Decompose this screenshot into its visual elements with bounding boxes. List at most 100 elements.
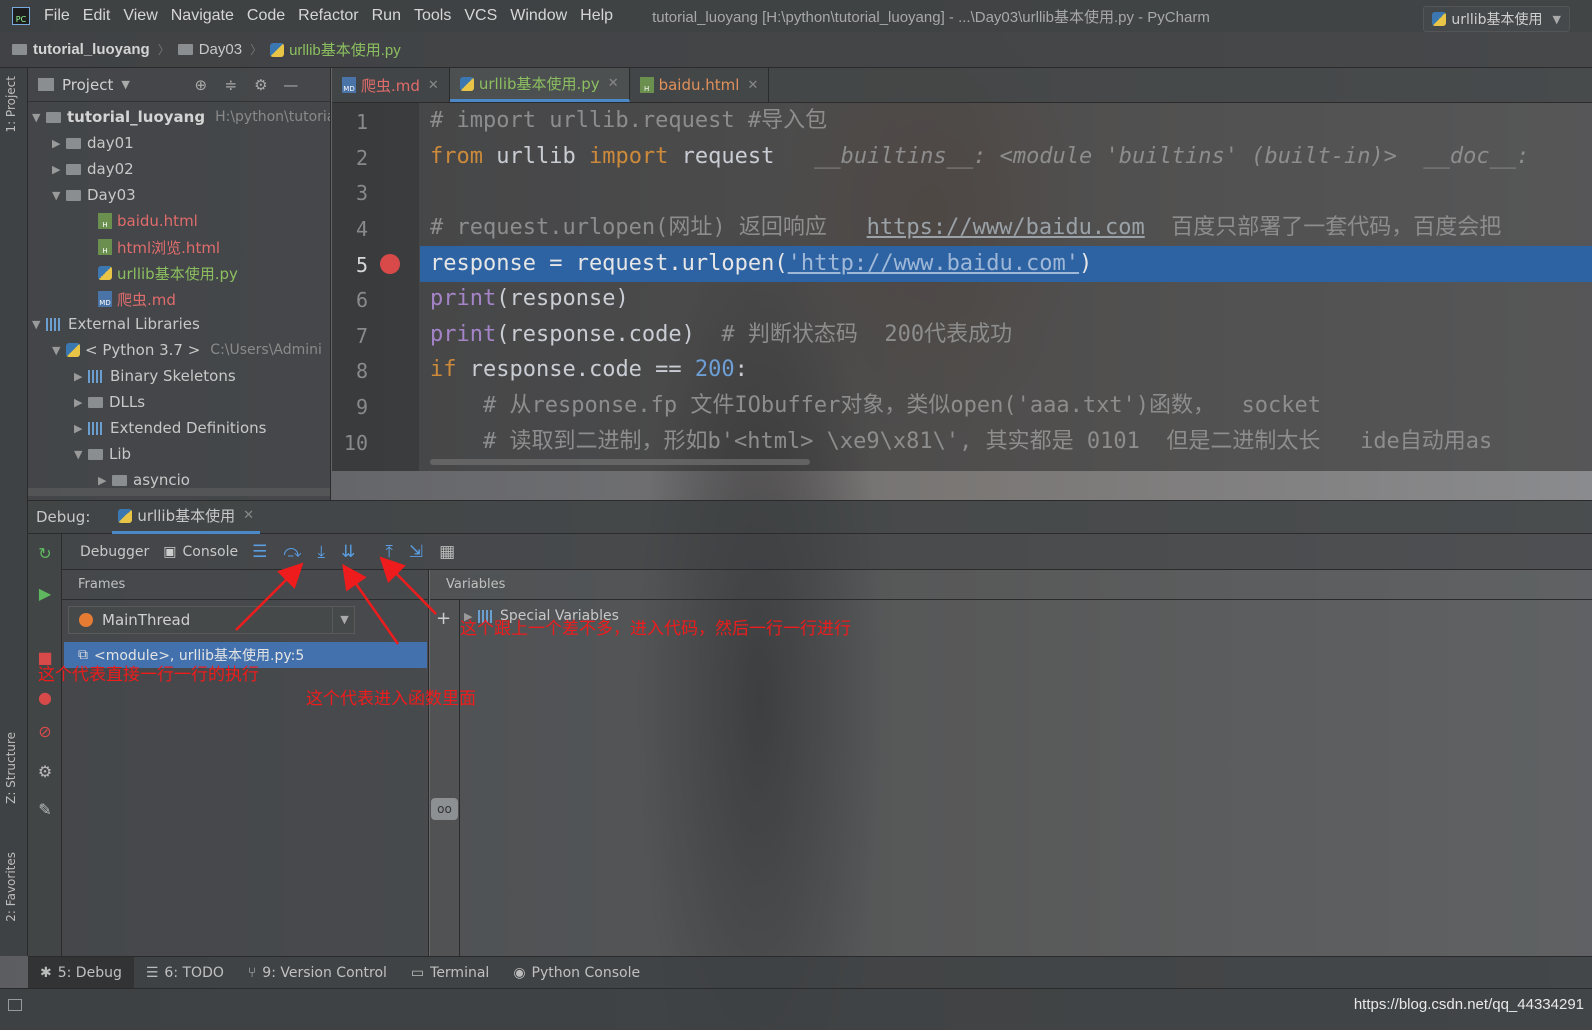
folder-icon	[12, 44, 27, 55]
code-line-6: print(response)	[430, 286, 629, 311]
mute-breakpoints-icon[interactable]: ⊘	[36, 722, 54, 741]
breadcrumb: tutorial_luoyang 〉 Day03 〉 urllib基本使用.py	[0, 32, 1592, 68]
debug-label: Debug:	[36, 508, 91, 526]
html-file-icon: H	[98, 239, 112, 255]
step-into-my-code-icon[interactable]: ⇊	[341, 542, 355, 562]
close-icon[interactable]: ✕	[608, 76, 619, 91]
tree-item-day03[interactable]: ▼ Day03	[52, 182, 136, 208]
window-title: tutorial_luoyang [H:\python\tutorial_luo…	[652, 8, 1210, 26]
toggle-tool-windows-icon[interactable]	[8, 999, 22, 1011]
debug-tool-window-header: Debug: urllib基本使用 ✕	[28, 500, 1592, 534]
tab-baidu-html[interactable]: H baidu.html ✕	[630, 68, 770, 102]
menu-run[interactable]: Run	[372, 7, 401, 25]
resume-icon[interactable]: ▶	[36, 584, 54, 603]
project-view-icon	[38, 78, 54, 91]
menu-bar: PC File Edit View Navigate Code Refactor…	[0, 0, 1592, 32]
editor-horizontal-scrollbar[interactable]	[430, 459, 810, 465]
project-tool-tab[interactable]: 1: Project	[4, 76, 18, 133]
show-watches-icon[interactable]: oo	[431, 798, 458, 820]
chevron-down-icon: ▼	[1552, 12, 1561, 26]
chevron-down-icon[interactable]: ▼	[121, 78, 129, 91]
line-number-gutter[interactable]: 1 2 3 4 5 6 7 8 9 10	[332, 103, 420, 471]
menu-window[interactable]: Window	[510, 7, 567, 25]
library-icon	[88, 421, 104, 435]
menu-navigate[interactable]: Navigate	[171, 7, 234, 25]
step-over-icon[interactable]: ⤼	[283, 542, 301, 562]
horizontal-scrollbar[interactable]	[28, 488, 330, 496]
tool-debug[interactable]: ✱ 5: Debug	[28, 956, 134, 989]
code-line-2: from urllib import request __builtins__:…	[430, 144, 1530, 169]
tree-item-extended-definitions[interactable]: ▶ Extended Definitions	[74, 415, 266, 441]
tree-item-lib[interactable]: ▼ Lib	[74, 441, 131, 467]
tool-terminal[interactable]: ▭ Terminal	[399, 957, 501, 989]
tab-console[interactable]: Console	[177, 544, 245, 560]
menu-help[interactable]: Help	[580, 7, 613, 25]
menu-view[interactable]: View	[123, 7, 157, 25]
code-editor[interactable]: 1 2 3 4 5 6 7 8 9 10 # import urllib.req…	[332, 103, 1592, 471]
tab-urllib-py[interactable]: urllib基本使用.py ✕	[449, 68, 630, 102]
tree-item-urllib-py[interactable]: urllib基本使用.py	[98, 260, 238, 286]
tool-todo[interactable]: ☰ 6: TODO	[134, 957, 236, 989]
frames-title: Frames	[62, 570, 428, 600]
line-number: 7	[355, 324, 368, 348]
folder-icon	[88, 396, 103, 408]
tree-item-baidu-html[interactable]: H baidu.html	[98, 208, 198, 234]
tree-item-external-libraries[interactable]: ▼ External Libraries	[32, 311, 200, 337]
favorites-tool-tab[interactable]: 2: Favorites	[4, 852, 18, 922]
close-icon[interactable]: ✕	[428, 78, 439, 93]
thread-select[interactable]: MainThread ▼	[68, 606, 355, 634]
watermark-text: https://blog.csdn.net/qq_44334291	[1353, 996, 1584, 1013]
menu-refactor[interactable]: Refactor	[298, 7, 358, 25]
bug-icon: ✱	[40, 964, 52, 981]
gear-icon[interactable]: ⚙	[252, 76, 270, 94]
tab-crawler-md[interactable]: MD 爬虫.md ✕	[332, 68, 450, 102]
tree-item-day02[interactable]: ▶ day02	[52, 156, 134, 182]
chevron-down-icon[interactable]: ▼	[332, 607, 356, 633]
view-breakpoints-icon[interactable]: ●	[36, 688, 54, 707]
minimize-icon[interactable]: —	[282, 76, 300, 94]
breadcrumb-file[interactable]: urllib基本使用.py	[270, 39, 401, 60]
menu-vcs[interactable]: VCS	[464, 7, 497, 25]
run-to-cursor-icon[interactable]: ⇲	[409, 542, 423, 562]
menu-edit[interactable]: Edit	[83, 7, 111, 25]
tree-root[interactable]: ▼ tutorial_luoyang H:\python\tutoria	[32, 104, 330, 130]
debug-session-tab[interactable]: urllib基本使用 ✕	[112, 500, 260, 534]
pin-icon[interactable]: ✎	[36, 800, 54, 819]
tool-python-console[interactable]: ◉ Python Console	[501, 957, 652, 989]
tree-item-binary-skeletons[interactable]: ▶ Binary Skeletons	[74, 363, 236, 389]
collapse-all-icon[interactable]: ≑	[222, 76, 240, 94]
show-execution-point-icon[interactable]: ☰	[252, 542, 267, 562]
menu-file[interactable]: File	[44, 7, 70, 25]
python-icon	[66, 343, 80, 357]
gear-icon[interactable]: ⚙	[36, 762, 54, 781]
add-watch-icon[interactable]: +	[436, 608, 451, 629]
menu-code[interactable]: Code	[247, 7, 285, 25]
expanded-arrow-icon: ▼	[74, 447, 83, 461]
close-icon[interactable]: ✕	[747, 78, 758, 93]
run-configuration-select[interactable]: urllib基本使用 ▼	[1423, 6, 1570, 32]
project-view-select[interactable]: Project	[62, 76, 113, 94]
step-into-icon[interactable]: ⤓	[318, 542, 326, 562]
folder-icon	[66, 189, 81, 201]
python-console-icon: ◉	[513, 964, 526, 981]
close-icon[interactable]: ✕	[243, 508, 254, 523]
menu-tools[interactable]: Tools	[414, 7, 451, 25]
rerun-icon[interactable]: ↻	[36, 544, 54, 563]
breadcrumb-folder[interactable]: Day03	[177, 41, 242, 58]
evaluate-expression-icon[interactable]: ▦	[439, 542, 455, 562]
expanded-arrow-icon: ▼	[52, 343, 61, 357]
tree-item-crawler-md[interactable]: MD 爬虫.md	[98, 286, 176, 312]
thread-suspended-icon	[79, 613, 93, 627]
tool-version-control[interactable]: ⑂ 9: Version Control	[236, 957, 399, 989]
tree-item-python-sdk[interactable]: ▼ < Python 3.7 > C:\Users\Admini	[52, 337, 322, 363]
locate-target-icon[interactable]: ⊕	[192, 76, 210, 94]
breakpoint-icon[interactable]	[380, 254, 400, 274]
tree-item-html-browse[interactable]: H html浏览.html	[98, 234, 220, 260]
step-out-icon[interactable]: ⤒	[385, 542, 393, 562]
line-number: 1	[355, 110, 368, 134]
tab-debugger[interactable]: Debugger	[72, 544, 157, 560]
structure-tool-tab[interactable]: Z: Structure	[4, 732, 18, 804]
breadcrumb-project[interactable]: tutorial_luoyang	[12, 41, 150, 58]
tree-item-dlls[interactable]: ▶ DLLs	[74, 389, 145, 415]
tree-item-day01[interactable]: ▶ day01	[52, 130, 134, 156]
